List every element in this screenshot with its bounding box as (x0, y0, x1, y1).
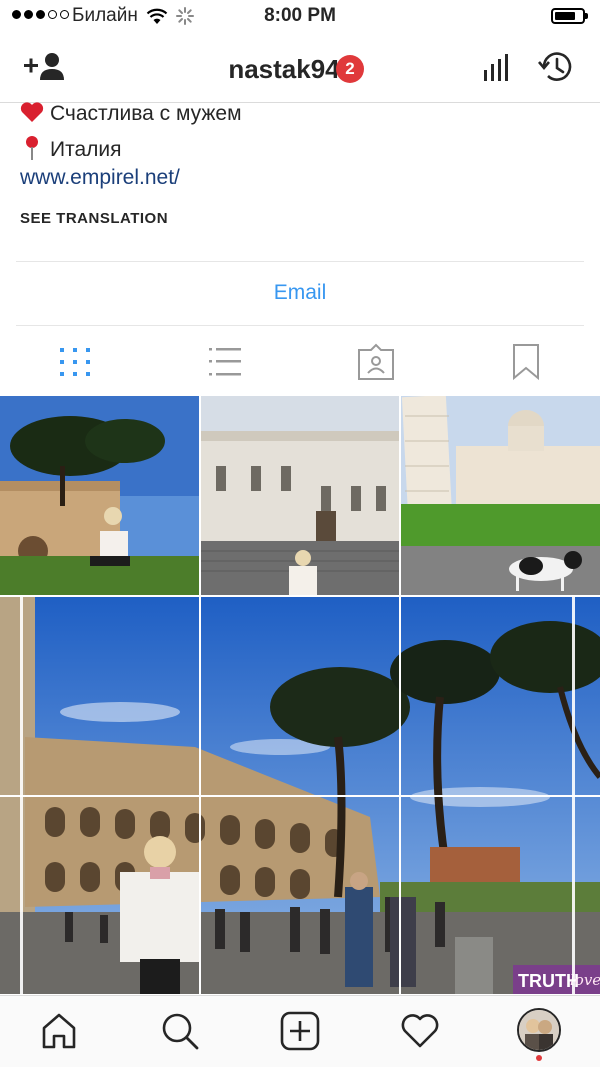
post-thumbnail[interactable] (401, 396, 600, 595)
status-bar: Билайн 8:00 PM (0, 0, 600, 32)
search-icon[interactable] (160, 1011, 200, 1051)
archive-icon[interactable] (537, 50, 573, 84)
avatar-photo (519, 1010, 559, 1050)
battery-icon (551, 8, 588, 24)
grid-view-icon[interactable] (55, 342, 95, 382)
see-translation-button[interactable]: SEE TRANSLATION (20, 210, 168, 227)
divider (16, 261, 584, 262)
saved-icon[interactable] (506, 342, 546, 382)
list-view-icon[interactable] (205, 342, 245, 382)
notification-dot (536, 1055, 542, 1061)
pushpin-emoji-icon (26, 136, 38, 160)
insights-icon[interactable] (483, 54, 511, 82)
new-post-icon[interactable] (280, 1011, 320, 1051)
email-button[interactable]: Email (0, 281, 600, 305)
bio-line-1: Счастлива с мужем (20, 101, 242, 126)
activity-icon[interactable] (400, 1013, 440, 1049)
divider (16, 325, 584, 326)
post-thumbnail[interactable] (0, 396, 199, 595)
profile-avatar[interactable] (517, 1008, 561, 1052)
home-icon[interactable] (40, 1012, 78, 1050)
heart-emoji-icon (20, 102, 44, 122)
profile-username[interactable]: nastak94 (228, 54, 339, 84)
post-thumbnail-panorama[interactable]: TRUTH love (0, 597, 600, 994)
tagged-photos-icon[interactable] (356, 342, 396, 382)
clock: 8:00 PM (264, 5, 336, 26)
bio-line-2: Италия (20, 135, 122, 162)
post-thumbnail[interactable] (201, 396, 399, 595)
website-link[interactable]: www.empirel.net/ (20, 166, 180, 190)
notification-badge[interactable]: 2 (336, 55, 364, 83)
posts-grid: TRUTH love (0, 396, 600, 994)
